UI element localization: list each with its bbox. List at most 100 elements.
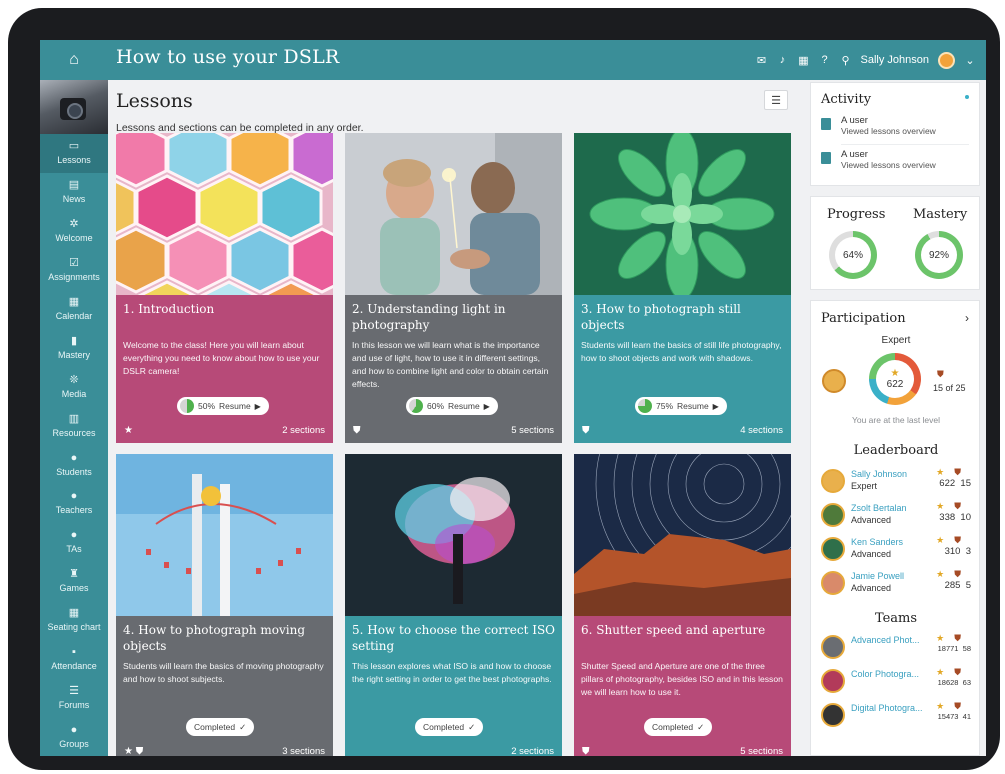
course-thumbnail[interactable]	[40, 80, 108, 134]
progress-ring-icon	[638, 399, 652, 413]
calendar-icon[interactable]: ▦	[798, 54, 810, 67]
star-icon: ★	[936, 501, 955, 511]
row-stats: ★⛊ 622 15	[936, 467, 971, 489]
sidebar-item-label: TAs	[66, 544, 82, 555]
leaderboard-row[interactable]: Jamie Powell Advanced ★⛊ 285 5	[821, 569, 971, 599]
team-row[interactable]: Color Photogra... ★⛊ 18628 63	[821, 667, 971, 697]
section-count: 5 sections	[511, 425, 554, 436]
mastery-icon: ▮	[70, 334, 78, 347]
main-content: Lessons Lessons and sections can be comp…	[108, 80, 794, 756]
mail-icon[interactable]: ✉	[756, 54, 768, 67]
lesson-footer: ⛊ 5 sections	[353, 425, 554, 436]
sidebar-item-tas[interactable]: ● TAs	[40, 523, 108, 562]
user-name[interactable]: Sally Johnson	[861, 54, 930, 66]
lesson-card-body: 4. How to photograph moving objects Stud…	[116, 616, 333, 756]
swing-ride-image	[116, 454, 333, 616]
lesson-description: Shutter Speed and Aperture are one of th…	[581, 661, 783, 697]
row-level: Advanced	[851, 515, 892, 525]
lesson-card[interactable]: 6. Shutter speed and aperture Shutter Sp…	[574, 454, 791, 756]
leaderboard-row[interactable]: Sally Johnson Expert ★⛊ 622 15	[821, 467, 971, 497]
completed-button[interactable]: Completed ✓	[644, 718, 713, 736]
participation-level: Expert	[881, 335, 911, 346]
star-icon: ★	[936, 701, 955, 711]
lesson-description: This lesson explores what ISO is and how…	[352, 661, 552, 684]
sidebar-item-assignments[interactable]: ☑ Assignments	[40, 251, 108, 290]
team-row[interactable]: Advanced Phot... ★⛊ 18771 58	[821, 633, 971, 663]
participation-donut[interactable]: ★ 622	[869, 353, 921, 405]
seating-chart-icon: ▦	[68, 607, 80, 620]
resume-label: Resume	[677, 401, 709, 411]
lesson-card[interactable]: 1. Introduction Welcome to the class! He…	[116, 133, 333, 443]
sidebar-item-label: Teachers	[55, 505, 93, 516]
sidebar-item-media[interactable]: ❊ Media	[40, 367, 108, 406]
teams-title: Teams	[874, 611, 918, 626]
activity-panel: Activity A user Viewed lessons overview …	[810, 82, 980, 186]
sidebar-item-groups[interactable]: ● Groups	[40, 717, 108, 756]
resume-button[interactable]: 75% Resume ▶	[635, 397, 727, 415]
leaderboard-row[interactable]: Ken Sanders Advanced ★⛊ 310 3	[821, 535, 971, 565]
list-view-icon[interactable]: ☰	[764, 90, 788, 110]
row-points: 285	[944, 580, 961, 591]
lesson-card[interactable]: 4. How to photograph moving objects Stud…	[116, 454, 333, 756]
completed-button[interactable]: Completed ✓	[186, 718, 255, 736]
section-count: 2 sections	[511, 746, 554, 756]
row-name[interactable]: Advanced Phot...	[851, 635, 920, 645]
row-stats: ★⛊ 338 10	[936, 501, 971, 523]
row-name[interactable]: Ken Sanders	[851, 537, 903, 547]
sidebar-item-students[interactable]: ● Students	[40, 445, 108, 484]
chevron-down-icon[interactable]: ⌄	[964, 54, 976, 67]
lesson-card[interactable]: 3. How to photograph still objects Stude…	[574, 133, 791, 443]
team-row[interactable]: Digital Photogra... ★⛊ 15473 41	[821, 701, 971, 731]
sidebar-item-welcome[interactable]: ✲ Welcome	[40, 212, 108, 251]
resume-button[interactable]: 60% Resume ▶	[406, 397, 498, 415]
notifications-icon[interactable]: ♪	[777, 54, 789, 66]
sidebar-item-news[interactable]: ▤ News	[40, 173, 108, 212]
lesson-card[interactable]: 2. Understanding light in photography In…	[345, 133, 562, 443]
avatar	[821, 669, 845, 693]
sidebar-item-resources[interactable]: ▥ Resources	[40, 406, 108, 445]
groups-icon: ●	[70, 723, 78, 736]
help-icon[interactable]: ?	[819, 54, 831, 66]
leaderboard-row[interactable]: Zsolt Bertalan Advanced ★⛊ 338 10	[821, 501, 971, 531]
row-stats: ★⛊ 285 5	[936, 569, 971, 591]
checkmark-icon: ✓	[239, 721, 247, 732]
sidebar-item-mastery[interactable]: ▮ Mastery	[40, 328, 108, 367]
students-icon: ●	[70, 451, 78, 464]
sidebar: ▭ Lessons ▤ News ✲ Welcome ☑ Assignments ▦ Calend…	[40, 80, 108, 756]
sidebar-item-seating-chart[interactable]: ▦ Seating chart	[40, 601, 108, 640]
sidebar-item-teachers[interactable]: ● Teachers	[40, 484, 108, 523]
chevron-right-icon[interactable]: ›	[965, 311, 969, 325]
section-count: 3 sections	[282, 746, 325, 756]
progress-donut[interactable]: 64%	[829, 231, 877, 279]
section-count: 2 sections	[282, 425, 325, 436]
lesson-card[interactable]: 5. How to choose the correct ISO setting…	[345, 454, 562, 756]
sidebar-item-forums[interactable]: ☰ Forums	[40, 678, 108, 717]
sidebar-item-label: Students	[56, 466, 92, 477]
star-icon: ★	[936, 569, 955, 579]
completed-button[interactable]: Completed ✓	[415, 718, 484, 736]
lesson-title: 4. How to photograph moving objects	[123, 623, 306, 653]
search-icon[interactable]: ⚲	[840, 54, 852, 67]
user-avatar[interactable]	[938, 51, 955, 69]
play-icon: ▶	[483, 401, 490, 411]
divider	[841, 144, 969, 145]
sidebar-item-games[interactable]: ♜ Games	[40, 562, 108, 601]
row-name[interactable]: Color Photogra...	[851, 669, 919, 679]
sidebar-item-calendar[interactable]: ▦ Calendar	[40, 290, 108, 329]
mastery-value: 92%	[921, 237, 957, 273]
home-icon[interactable]: ⌂	[40, 40, 108, 80]
star-icon: ★	[936, 633, 955, 643]
row-name[interactable]: Zsolt Bertalan	[851, 503, 907, 513]
resume-button[interactable]: 50% Resume ▶	[177, 397, 269, 415]
activity-item[interactable]: A user Viewed lessons overview	[821, 115, 971, 136]
activity-title: Activity	[821, 92, 872, 107]
sidebar-item-lessons[interactable]: ▭ Lessons	[40, 134, 108, 173]
row-name[interactable]: Digital Photogra...	[851, 703, 923, 713]
row-name[interactable]: Sally Johnson	[851, 469, 907, 479]
mastery-donut[interactable]: 92%	[915, 231, 963, 279]
activity-item[interactable]: A user Viewed lessons overview	[821, 149, 971, 170]
shield-icon: ⛊	[954, 633, 971, 643]
sidebar-item-attendance[interactable]: ▪ Attendance	[40, 640, 108, 679]
row-name[interactable]: Jamie Powell	[851, 571, 904, 581]
games-icon: ♜	[69, 568, 79, 581]
